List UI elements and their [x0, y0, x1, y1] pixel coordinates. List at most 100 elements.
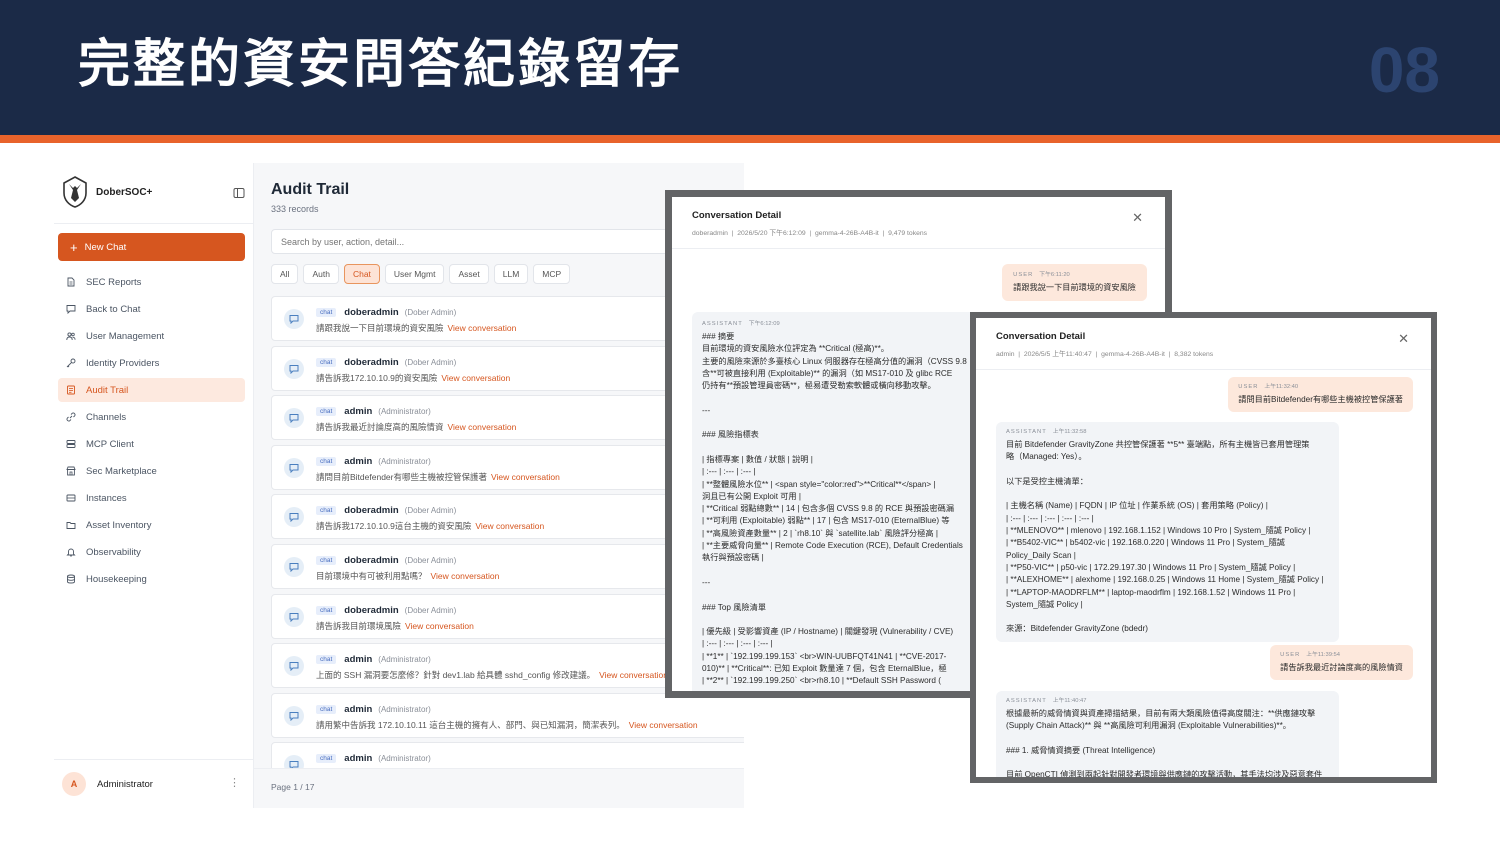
- new-chat-label: New Chat: [84, 241, 127, 253]
- sidebar-item-label: Channels: [86, 411, 127, 423]
- sidebar-item-label: Back to Chat: [86, 303, 141, 315]
- sidebar-item-mcp-client[interactable]: MCP Client: [58, 432, 245, 456]
- record-message: 上面的 SSH 漏洞要怎麼修？針對 dev1.lab 給具體 sshd_conf…: [316, 670, 668, 681]
- sidebar-item-user-management[interactable]: User Management: [58, 324, 245, 348]
- page-title: Audit Trail: [271, 181, 350, 198]
- sidebar-item-housekeeping[interactable]: Housekeeping: [58, 567, 245, 591]
- chat-bubble-icon: [66, 305, 76, 314]
- plus-icon: +: [70, 239, 78, 255]
- record-user: doberadmin: [344, 356, 399, 368]
- view-conversation-link[interactable]: View conversation: [599, 670, 668, 680]
- message-line: | **LAPTOP-MAODRFLM** | laptop-maodrflm …: [1006, 587, 1296, 597]
- filter-user-mgmt[interactable]: User Mgmt: [384, 264, 445, 284]
- sidebar-item-label: Instances: [86, 492, 127, 504]
- message-line: [1006, 611, 1329, 623]
- sidebar-item-channels[interactable]: Channels: [58, 405, 245, 429]
- page-indicator: Page 1 / 17: [271, 782, 315, 792]
- meta-user: doberadmin: [692, 230, 728, 237]
- category-badge: chat: [316, 357, 337, 367]
- record-message: 請用繁中告訴我 172.10.10.11 這台主機的擁有人、部門、與已知漏洞，簡…: [316, 719, 698, 730]
- table-row[interactable]: chat admin (Administrator) 請用繁中告訴我 172.1…: [271, 692, 744, 738]
- chat-bubble-icon: [284, 556, 304, 577]
- record-role: (Administrator): [378, 655, 431, 665]
- message-line: System_隨誠 Policy |: [1006, 599, 1083, 609]
- sidebar-collapse-icon[interactable]: [233, 187, 245, 199]
- view-conversation-link[interactable]: View conversation: [448, 422, 517, 432]
- sidebar-item-asset-inventory[interactable]: Asset Inventory: [58, 513, 245, 537]
- meta-tokens: 9,479 tokens: [888, 230, 928, 237]
- sidebar-item-observability[interactable]: Observability: [58, 540, 245, 564]
- message-line: [1006, 733, 1329, 745]
- sidebar-item-label: Observability: [86, 546, 141, 558]
- view-conversation-link[interactable]: View conversation: [431, 571, 500, 581]
- meta-model: gemma-4-26B-A4B-it: [1101, 351, 1165, 358]
- chat-bubble-icon: [284, 408, 304, 429]
- sidebar-item-label: SEC Reports: [86, 276, 142, 288]
- view-conversation-link[interactable]: View conversation: [448, 323, 517, 333]
- instances-icon: [66, 494, 76, 502]
- sidebar-item-label: Asset Inventory: [86, 519, 152, 531]
- sidebar-item-sec-marketplace[interactable]: Sec Marketplace: [58, 459, 245, 483]
- sidebar-item-label: Sec Marketplace: [86, 465, 157, 477]
- user-message: USER 下午6:11:20 請跟我說一下目前環境的資安風險: [1002, 264, 1147, 302]
- sidebar-item-identity-providers[interactable]: Identity Providers: [58, 351, 245, 375]
- filter-chat[interactable]: Chat: [343, 264, 380, 284]
- view-conversation-link[interactable]: View conversation: [405, 621, 474, 631]
- sidebar-item-audit-trail[interactable]: Audit Trail: [58, 378, 245, 402]
- user-message: USER 上午11:32:40 請問目前Bitdefender有哪些主機被控管保護…: [1228, 377, 1413, 413]
- app-window: DoberSOC+ + New Chat SEC Reports Back to…: [54, 163, 744, 808]
- record-user: admin: [344, 455, 373, 467]
- filter-asset[interactable]: Asset: [449, 264, 489, 284]
- brand-name: DoberSOC+: [96, 186, 153, 198]
- message-line: | **B5402-VIC** | b5402-vic | 192.168.0.…: [1006, 538, 1285, 548]
- category-badge: chat: [316, 605, 337, 615]
- filter-mcp[interactable]: MCP: [533, 264, 571, 284]
- view-conversation-link[interactable]: View conversation: [441, 373, 510, 383]
- filter-all[interactable]: All: [271, 264, 299, 284]
- record-message: 請告訴我目前環境風險 View conversation: [316, 620, 474, 631]
- view-conversation-link[interactable]: View conversation: [491, 472, 560, 482]
- sidebar-nav: SEC Reports Back to Chat User Management…: [58, 270, 245, 594]
- document-icon: [67, 277, 75, 287]
- sidebar-item-back-to-chat[interactable]: Back to Chat: [58, 297, 245, 321]
- user-message: USER 上午11:39:54 請告訴我最近討論度高的風險情資: [1270, 645, 1413, 681]
- message-line: (Supply Chain Attack)** 與 **高風險可利用漏洞 (Ex…: [1006, 721, 1291, 731]
- sidebar-item-instances[interactable]: Instances: [58, 486, 245, 510]
- meta-tokens: 8,382 tokens: [1174, 351, 1214, 358]
- message-line: | **MLENOVO** | mlenovo | 192.168.1.152 …: [1006, 526, 1311, 536]
- meta-time: 2026/5/5 上午11:40:47: [1023, 351, 1092, 358]
- close-icon[interactable]: ✕: [1398, 332, 1409, 345]
- view-conversation-link[interactable]: View conversation: [629, 720, 698, 730]
- category-badge: chat: [316, 456, 337, 466]
- new-chat-button[interactable]: + New Chat: [58, 233, 245, 261]
- message-line: 目前 OpenCTI 偵測到兩起針對開發者環境與供應鏈的攻擊活動，其手法均涉及惡…: [1006, 770, 1323, 777]
- brand[interactable]: DoberSOC+: [60, 175, 248, 209]
- pagination-bar: Page 1 / 17: [254, 768, 744, 808]
- close-icon[interactable]: ✕: [1132, 211, 1143, 224]
- meta-time: 2026/5/20 下午6:12:09: [737, 230, 806, 237]
- record-role: (Dober Admin): [404, 308, 457, 317]
- record-message: 請跟我說一下目前環境的資安風險 View conversation: [316, 323, 517, 333]
- message-text: 請問目前Bitdefender有哪些主機被控管保護著: [1238, 395, 1403, 404]
- folder-icon: [66, 522, 76, 529]
- record-message: 目前環境中有可被利用點嗎？ View conversation: [316, 570, 500, 581]
- record-message: 請告訴我172.10.10.9的資安風險 View conversation: [316, 372, 511, 383]
- sidebar-item-sec-reports[interactable]: SEC Reports: [58, 270, 245, 294]
- record-user: doberadmin: [344, 604, 399, 616]
- record-message: 請告訴我172.10.10.9這台主機的資安風險 View conversatio…: [316, 521, 545, 532]
- title-banner: 完整的資安問答紀錄留存 08: [0, 0, 1500, 135]
- filter-llm[interactable]: LLM: [493, 264, 529, 284]
- current-user[interactable]: A Administrator ⋮: [54, 759, 254, 808]
- chat-bubble-icon: [284, 656, 304, 677]
- record-message: 請告訴我最近討論度高的風險情資 View conversation: [316, 422, 517, 433]
- more-vertical-icon[interactable]: ⋮: [229, 778, 240, 789]
- view-conversation-link[interactable]: View conversation: [475, 521, 544, 531]
- message-line: 以下是受控主機清單：: [1006, 476, 1088, 486]
- category-badge: chat: [316, 407, 337, 417]
- message-line: 目前 Bitdefender GravityZone 共控管保護著 **5** …: [1006, 440, 1310, 449]
- message-line: ### 1. 威脅情資摘要 (Threat Intelligence): [1006, 745, 1156, 755]
- message-line: | :--- | :--- | :--- | :--- | :--- |: [1006, 513, 1094, 523]
- message-text: 根據最新的威脅情資與資產掃描結果，目前有兩大類風險值得高度關注：**供應鏈攻擊 (…: [1006, 708, 1329, 777]
- filter-auth[interactable]: Auth: [303, 264, 339, 284]
- sidebar-item-label: Identity Providers: [86, 357, 160, 369]
